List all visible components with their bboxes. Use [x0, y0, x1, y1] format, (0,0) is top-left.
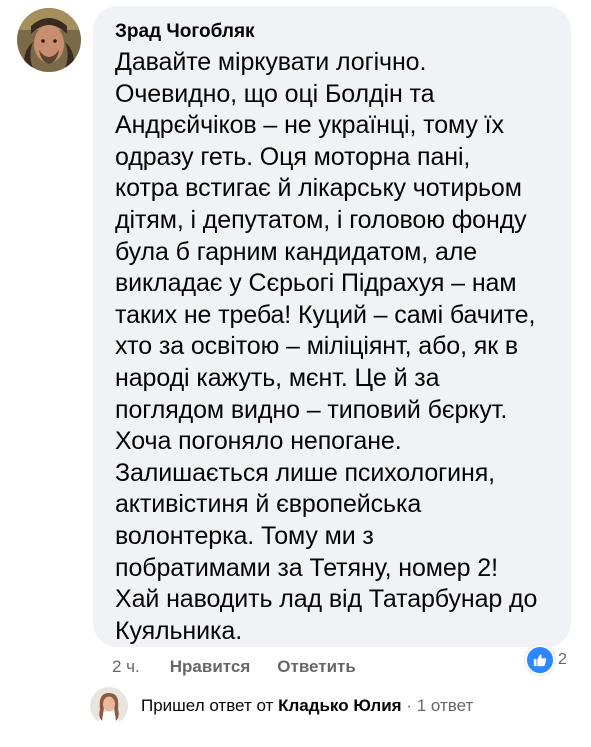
comment-line: Куяльника. — [115, 616, 243, 645]
comment-bubble: Зрад Чогобляк Давайте міркувати логічно.… — [93, 6, 571, 647]
comment-line: Давайте міркувати логічно. — [115, 48, 427, 76]
replies-link[interactable]: Пришел ответ от Кладько Юлия · 1 ответ — [90, 686, 473, 726]
comment-line: Андрєйчіков – не українці, тому їх — [115, 111, 504, 140]
comment-line: побратимами за Тетяну, номер 2! — [115, 553, 498, 582]
comment-text: Давайте міркувати логічно. Очевидно, що … — [115, 47, 549, 647]
reply-author-name: Кладько Юлия — [278, 696, 402, 715]
reply-summary-text[interactable]: Пришел ответ от Кладько Юлия · 1 ответ — [141, 696, 473, 716]
comment-line: Очевидно, що оці Болдін та — [115, 79, 435, 108]
comment-line: була б гарним кандидатом, але — [115, 237, 478, 266]
like-icon — [525, 645, 555, 675]
avatar-photo-icon — [17, 8, 81, 72]
reply-avatar-photo-icon — [90, 687, 128, 725]
comment-line: хто за освітою – міліціянт, або, як в — [115, 332, 519, 361]
reply-count: 1 ответ — [416, 696, 474, 715]
comment-line: волонтерка. Тому ми з — [115, 521, 374, 550]
reply-prefix: Пришел ответ от — [141, 696, 274, 715]
reactions-summary[interactable]: 2 — [525, 645, 567, 675]
comment-line: народі кажуть, мєнт. Це й за — [115, 363, 440, 392]
comment-timestamp[interactable]: 2 ч. — [112, 657, 140, 677]
reply-button[interactable]: Ответить — [277, 657, 356, 677]
reaction-count: 2 — [558, 651, 567, 668]
reply-author-avatar — [90, 687, 128, 725]
comment-line: одразу геть. Оця моторна пані, — [115, 142, 471, 171]
reply-separator: · — [406, 696, 413, 715]
comment-line: Хай наводить лад від Татарбунар до — [115, 585, 538, 614]
comment-line: викладає у Сєрьогі Підрахуя – нам — [115, 269, 517, 298]
commenter-avatar[interactable] — [17, 8, 81, 72]
comment-line: Залишається лише психологиня, — [115, 458, 496, 487]
comment-line: котра встигає й лікарську чотирьом — [115, 174, 522, 203]
comment-line: активістиня й європейська — [115, 490, 422, 519]
comment-line: дітям, і депутатом, і головою фонду — [115, 205, 527, 234]
like-button[interactable]: Нравится — [170, 657, 251, 677]
comment-actions: 2 ч. Нравится Ответить — [112, 656, 383, 678]
comment-line: поглядом видно – типовий бєркут. — [115, 395, 508, 424]
comment-line: таких не треба! Куций – самі бачите, — [115, 300, 536, 329]
comment-author-name[interactable]: Зрад Чогобляк — [115, 20, 549, 44]
comment-line: Хоча погоняло непогане. — [115, 427, 402, 456]
